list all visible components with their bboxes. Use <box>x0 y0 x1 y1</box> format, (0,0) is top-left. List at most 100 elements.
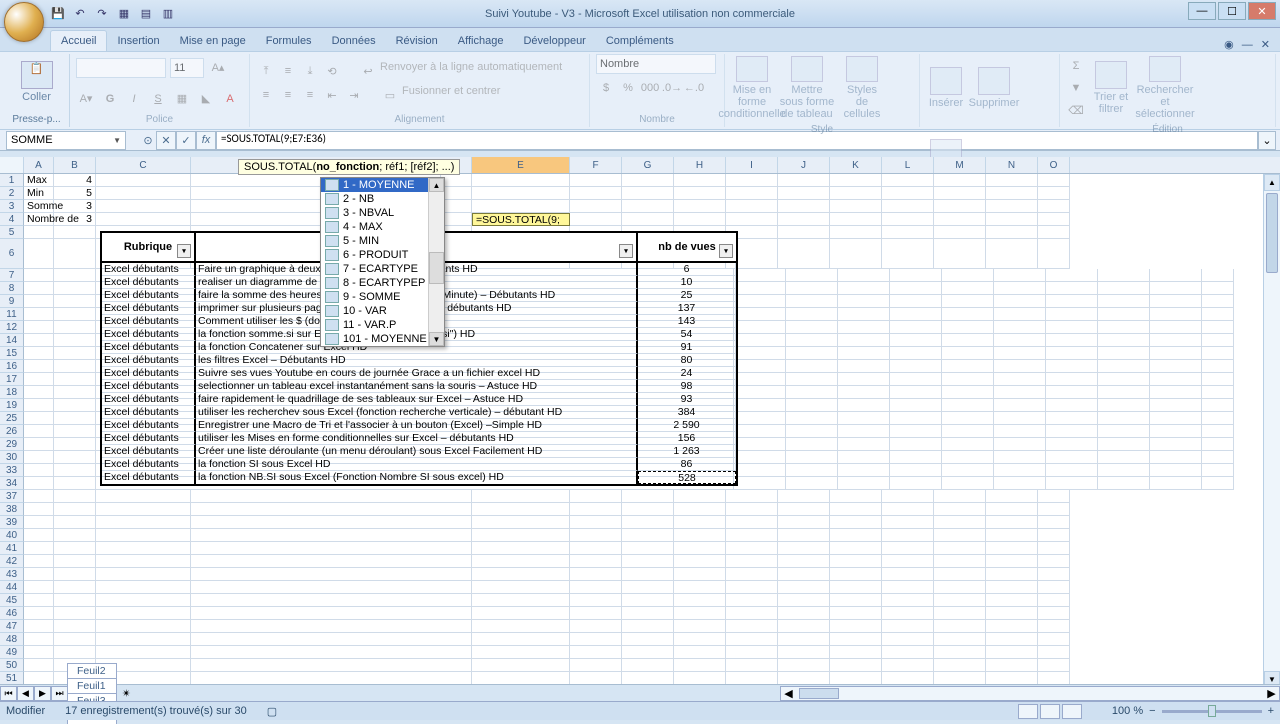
table-cell[interactable]: Excel débutants <box>102 315 196 328</box>
table-cell[interactable]: 54 <box>638 328 736 341</box>
paste-button[interactable]: 📋 Coller <box>16 54 58 110</box>
row-header[interactable]: 4 <box>0 213 24 226</box>
dec-dec-icon[interactable]: ←.0 <box>684 78 704 98</box>
row-header[interactable]: 42 <box>0 555 24 568</box>
row-header[interactable]: 39 <box>0 516 24 529</box>
col-header[interactable]: E <box>472 157 570 173</box>
row-header[interactable]: 50 <box>0 659 24 672</box>
row-header[interactable]: 25 <box>0 412 24 425</box>
dec-inc-icon[interactable]: .0→ <box>662 78 682 98</box>
qat-item-icon[interactable]: ▥ <box>160 6 176 22</box>
table-cell[interactable]: Excel débutants <box>102 263 196 276</box>
sheet-tab[interactable]: Feuil1 <box>67 678 117 693</box>
row-header[interactable]: 6 <box>0 239 24 269</box>
align-bottom-icon[interactable]: ⤓ <box>300 61 320 81</box>
col-header[interactable]: M <box>934 157 986 173</box>
table-cell[interactable]: Excel débutants <box>102 302 196 315</box>
orientation-icon[interactable]: ⟲ <box>322 61 342 81</box>
col-header[interactable]: A <box>24 157 54 173</box>
row-header[interactable]: 40 <box>0 529 24 542</box>
format-table-button[interactable]: Mettre sous forme de tableau <box>777 54 837 122</box>
col-header[interactable]: I <box>726 157 778 173</box>
row-header[interactable]: 33 <box>0 464 24 477</box>
cancel-formula-button[interactable]: ✕ <box>156 131 176 150</box>
ribbon-tab-affichage[interactable]: Affichage <box>448 31 514 51</box>
cell[interactable]: 4 <box>54 174 96 187</box>
row-header[interactable]: 19 <box>0 399 24 412</box>
grow-font-icon[interactable]: A▴ <box>208 58 228 78</box>
font-family-select[interactable] <box>76 58 166 78</box>
border-icon[interactable]: ▦ <box>172 89 192 109</box>
percent-icon[interactable]: % <box>618 78 638 98</box>
bold-icon[interactable]: G <box>100 89 120 109</box>
table-cell[interactable]: Excel débutants <box>102 406 196 419</box>
ribbon-tab-accueil[interactable]: Accueil <box>50 30 107 51</box>
table-cell[interactable]: Excel débutants <box>102 328 196 341</box>
formula-dropdown-icon[interactable]: ⊙ <box>140 131 156 150</box>
font-color-icon[interactable]: A <box>220 89 240 109</box>
row-header[interactable]: 12 <box>0 321 24 334</box>
table-cell[interactable]: Excel débutants <box>102 289 196 302</box>
table-cell[interactable]: 10 <box>638 276 736 289</box>
align-right-icon[interactable]: ≡ <box>300 85 320 105</box>
table-cell[interactable]: Excel débutants <box>102 471 196 484</box>
clear-icon[interactable]: ⌫ <box>1066 100 1086 120</box>
doc-close-icon[interactable]: ✕ <box>1261 38 1270 51</box>
qat-item-icon[interactable]: ▤ <box>138 6 154 22</box>
select-all-corner[interactable] <box>0 157 24 173</box>
table-cell[interactable]: 1 263 <box>638 445 736 458</box>
cond-format-button[interactable]: Mise en forme conditionnelle <box>731 54 773 122</box>
autosum-icon[interactable]: Σ <box>1066 56 1086 76</box>
zoom-out-button[interactable]: − <box>1149 705 1155 717</box>
table-cell[interactable]: Excel débutants <box>102 367 196 380</box>
function-option[interactable]: 4 - MAX <box>321 220 444 234</box>
qat-save-icon[interactable]: 💾 <box>50 6 66 22</box>
table-cell[interactable]: la fonction SI sous Excel HD <box>196 458 638 471</box>
scroll-up-icon[interactable]: ▲ <box>429 178 444 192</box>
font-size-input[interactable] <box>170 58 204 78</box>
align-left-icon[interactable]: ≡ <box>256 85 276 105</box>
col-header-rubrique[interactable]: Rubrique▾ <box>102 233 196 261</box>
table-cell[interactable]: 98 <box>638 380 736 393</box>
close-button[interactable]: ✕ <box>1248 2 1276 20</box>
table-cell[interactable]: Suivre ses vues Youtube en cours de jour… <box>196 367 638 380</box>
table-cell[interactable]: les filtres Excel – Débutants HD <box>196 354 638 367</box>
sheet-nav-last[interactable]: ⏭ <box>51 686 68 701</box>
hscroll-thumb[interactable] <box>799 688 839 699</box>
row-header[interactable]: 30 <box>0 451 24 464</box>
table-cell[interactable]: 143 <box>638 315 736 328</box>
number-format-select[interactable] <box>596 54 716 74</box>
row-header[interactable]: 41 <box>0 542 24 555</box>
row-header[interactable]: 7 <box>0 269 24 282</box>
maximize-button[interactable]: ☐ <box>1218 2 1246 20</box>
ribbon-tab-révision[interactable]: Révision <box>386 31 448 51</box>
table-cell[interactable]: utiliser les recherchev sous Excel (fonc… <box>196 406 638 419</box>
row-header[interactable]: 34 <box>0 477 24 490</box>
table-cell[interactable]: Enregistrer une Macro de Tri et l'associ… <box>196 419 638 432</box>
name-box[interactable]: SOMME▼ <box>6 131 126 150</box>
col-header[interactable]: C <box>96 157 191 173</box>
table-cell[interactable]: 384 <box>638 406 736 419</box>
fill-icon[interactable]: ▼ <box>1066 78 1086 98</box>
scroll-thumb[interactable] <box>1266 193 1278 273</box>
col-header[interactable]: H <box>674 157 726 173</box>
table-cell[interactable]: Excel débutants <box>102 354 196 367</box>
table-cell[interactable]: 80 <box>638 354 736 367</box>
ribbon-tab-insertion[interactable]: Insertion <box>107 31 169 51</box>
comma-icon[interactable]: 000 <box>640 78 660 98</box>
horizontal-scrollbar[interactable]: ◀ ▶ <box>780 686 1280 701</box>
macro-record-icon[interactable]: ▢ <box>267 705 277 718</box>
function-option[interactable]: 6 - PRODUIT <box>321 248 444 262</box>
ribbon-tab-données[interactable]: Données <box>322 31 386 51</box>
table-cell[interactable]: 528 <box>638 471 736 484</box>
view-normal-button[interactable] <box>1018 704 1038 719</box>
function-option[interactable]: 9 - SOMME <box>321 290 444 304</box>
align-center-icon[interactable]: ≡ <box>278 85 298 105</box>
view-pagebreak-button[interactable] <box>1062 704 1082 719</box>
table-cell[interactable]: faire rapidement le quadrillage de ses t… <box>196 393 638 406</box>
col-header[interactable]: B <box>54 157 96 173</box>
filter-icon[interactable]: ▾ <box>177 244 191 258</box>
qat-redo-icon[interactable]: ↷ <box>94 6 110 22</box>
table-cell[interactable]: Créer une liste déroulante (un menu déro… <box>196 445 638 458</box>
row-header[interactable]: 45 <box>0 594 24 607</box>
